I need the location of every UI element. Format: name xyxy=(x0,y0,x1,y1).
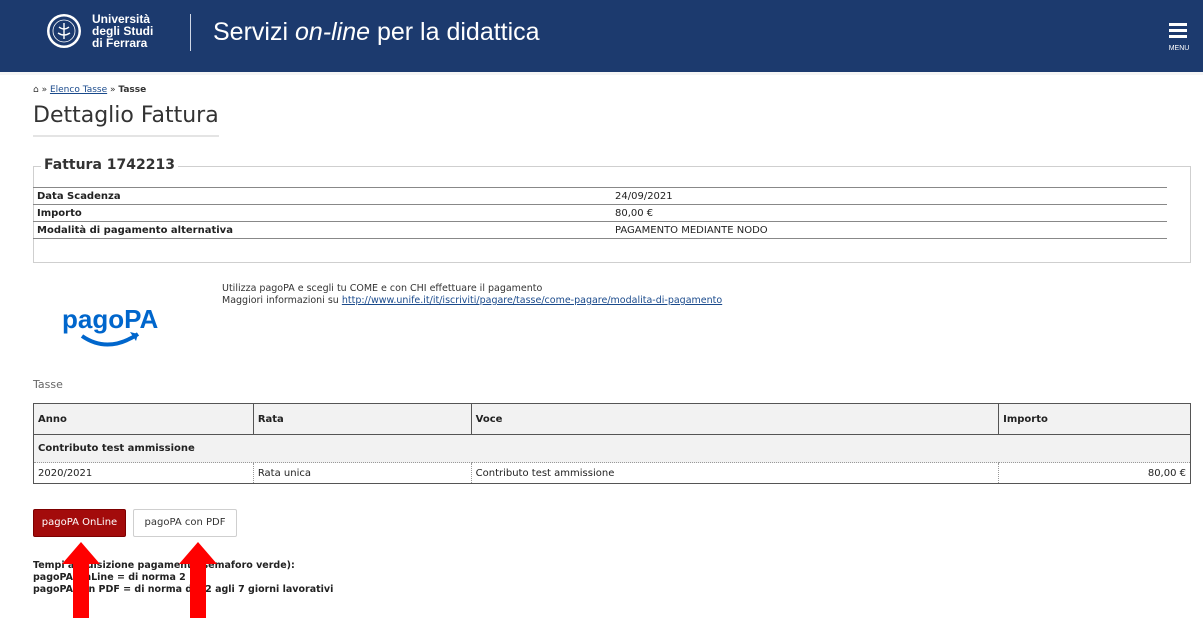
menu-label: MENU xyxy=(1168,45,1190,52)
tasse-section-title: Tasse xyxy=(33,378,63,391)
top-header: Università degli Studi di Ferrara Serviz… xyxy=(0,0,1203,75)
title-underline xyxy=(33,135,219,137)
red-arrow-annotation-icon xyxy=(179,542,217,618)
breadcrumb-separator: » xyxy=(38,85,50,95)
page-title: Dettaglio Fattura xyxy=(33,103,219,128)
column-header-anno: Anno xyxy=(33,403,254,435)
detail-row: Data Scadenza 24/09/2021 xyxy=(33,187,1167,205)
tasse-table: Anno Rata Voce Importo Contributo test a… xyxy=(33,403,1191,484)
detail-value: 24/09/2021 xyxy=(611,187,1167,205)
cell-voce: Contributo test ammissione xyxy=(471,462,1000,484)
table-header-row: Anno Rata Voce Importo xyxy=(33,403,1191,435)
detail-label: Modalità di pagamento alternativa xyxy=(33,221,611,239)
column-header-importo: Importo xyxy=(998,403,1191,435)
detail-row: Importo 80,00 € xyxy=(33,204,1167,222)
menu-icon-bar xyxy=(1169,29,1187,32)
university-seal-icon[interactable] xyxy=(46,13,82,49)
red-arrow-annotation-icon xyxy=(62,542,100,618)
university-name[interactable]: Università degli Studi di Ferrara xyxy=(92,13,153,49)
detail-value: PAGAMENTO MEDIANTE NODO xyxy=(611,221,1167,239)
detail-label: Data Scadenza xyxy=(33,187,611,205)
breadcrumb: ⌂ » Elenco Tasse » Tasse xyxy=(33,85,146,95)
pagopa-logo: pagoPA xyxy=(62,304,159,347)
pagopa-info-line2: Maggiori informazioni su http://www.unif… xyxy=(222,295,722,307)
breadcrumb-link-elenco-tasse[interactable]: Elenco Tasse xyxy=(50,85,107,95)
pagopa-info-line1: Utilizza pagoPA e scegli tu COME e con C… xyxy=(222,283,543,294)
pagopa-info: Utilizza pagoPA e scegli tu COME e con C… xyxy=(222,283,722,307)
detail-row: Modalità di pagamento alternativa PAGAME… xyxy=(33,221,1167,239)
site-title-italic: on-line xyxy=(294,18,371,46)
site-title-prefix: Servizi xyxy=(213,18,295,46)
menu-button[interactable]: MENU xyxy=(1163,20,1195,56)
menu-icon-bar xyxy=(1169,23,1187,26)
pagopa-info-link[interactable]: http://www.unife.it/it/iscriviti/pagare/… xyxy=(342,295,722,306)
pagopa-logo-text: pagoPA xyxy=(62,304,159,334)
table-row: 2020/2021 Rata unica Contributo test amm… xyxy=(33,462,1191,484)
breadcrumb-separator: » xyxy=(107,85,119,95)
site-title-suffix: per la didattica xyxy=(370,18,540,46)
menu-icon-bar xyxy=(1169,35,1187,38)
column-header-voce: Voce xyxy=(470,403,1000,435)
cell-rata: Rata unica xyxy=(253,462,472,484)
detail-label: Importo xyxy=(33,204,611,222)
cell-anno: 2020/2021 xyxy=(33,462,254,484)
breadcrumb-current: Tasse xyxy=(118,85,147,95)
cell-importo: 80,00 € xyxy=(998,462,1191,484)
header-divider xyxy=(190,14,191,51)
group-label: Contributo test ammissione xyxy=(33,434,1191,463)
pagopa-pdf-button[interactable]: pagoPA con PDF xyxy=(133,509,237,537)
invoice-detail-table: Data Scadenza 24/09/2021 Importo 80,00 €… xyxy=(33,187,1167,239)
column-header-rata: Rata xyxy=(252,403,472,435)
site-title: Servizi on-line per la didattica xyxy=(213,18,540,47)
university-name-line3: di Ferrara xyxy=(92,36,148,50)
pagopa-online-button[interactable]: pagoPA OnLine xyxy=(33,509,126,537)
detail-value: 80,00 € xyxy=(611,204,1167,222)
table-group-row: Contributo test ammissione xyxy=(33,434,1191,463)
pagopa-info-prefix: Maggiori informazioni su xyxy=(222,295,342,306)
